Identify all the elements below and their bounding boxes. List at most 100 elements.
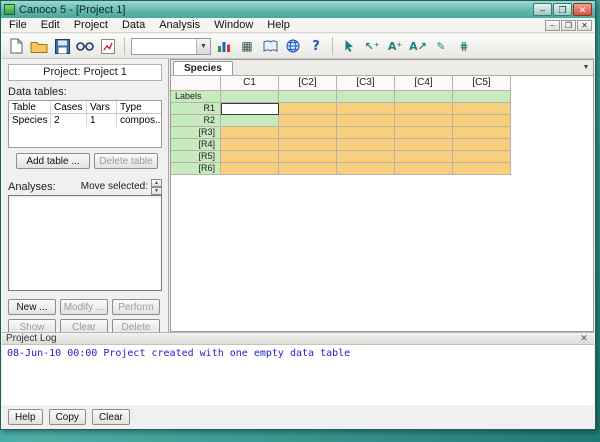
column-header[interactable]: Cases <box>51 101 87 113</box>
grid-cell[interactable] <box>453 139 511 151</box>
spinner-up-icon[interactable]: ▲ <box>151 179 162 187</box>
grid-cell[interactable] <box>337 127 395 139</box>
grid-cell[interactable] <box>395 91 453 103</box>
mdi-close-button[interactable]: ✕ <box>577 20 592 31</box>
grid-row-header[interactable]: [R4] <box>171 139 221 151</box>
maximize-button[interactable]: ❐ <box>553 3 572 16</box>
menu-item-analysis[interactable]: Analysis <box>152 19 207 31</box>
mdi-minimize-button[interactable]: – <box>545 20 560 31</box>
grid-cell[interactable] <box>395 127 453 139</box>
new-document-icon[interactable] <box>6 36 26 56</box>
open-folder-icon[interactable] <box>29 36 49 56</box>
grid-column-header[interactable]: [C3] <box>337 76 395 91</box>
new-analysis-button[interactable]: New ... <box>8 299 56 315</box>
grid-cell[interactable] <box>279 163 337 175</box>
menu-item-help[interactable]: Help <box>260 19 297 31</box>
grid-cell[interactable] <box>221 151 279 163</box>
grid-cell[interactable] <box>337 115 395 127</box>
modify-analysis-button[interactable]: Modify ... <box>60 299 108 315</box>
grid-cell[interactable] <box>395 115 453 127</box>
grid-row-header[interactable]: [R5] <box>171 151 221 163</box>
perform-analysis-button[interactable]: Perform <box>112 299 160 315</box>
grid-column-header[interactable]: C1 <box>221 76 279 91</box>
grid-row-header[interactable]: [R3] <box>171 127 221 139</box>
minimize-button[interactable]: – <box>533 3 552 16</box>
grid-cell[interactable] <box>221 103 279 115</box>
grid-row-header[interactable]: R2 <box>171 115 221 127</box>
grid-column-header[interactable]: [C2] <box>279 76 337 91</box>
mdi-restore-button[interactable]: ❐ <box>561 20 576 31</box>
copy-button[interactable]: Copy <box>49 409 86 425</box>
tab-dropdown-icon[interactable]: ▼ <box>579 61 593 75</box>
grid-cell[interactable] <box>395 151 453 163</box>
graph-page-icon[interactable] <box>98 36 118 56</box>
grid-cell[interactable] <box>453 91 511 103</box>
grid-cell[interactable] <box>221 91 279 103</box>
label-a-plus-icon[interactable]: A⁺ <box>385 36 405 56</box>
grid-cell[interactable] <box>221 115 279 127</box>
pointer-arrow-icon[interactable] <box>339 36 359 56</box>
chevron-down-icon[interactable]: ▼ <box>196 39 210 54</box>
close-button[interactable]: ✕ <box>573 3 592 16</box>
grid-cell[interactable] <box>337 139 395 151</box>
grid-cell[interactable] <box>395 163 453 175</box>
menu-item-project[interactable]: Project <box>67 19 115 31</box>
grid-cell[interactable] <box>279 151 337 163</box>
grid-fence-icon[interactable]: ⋕ <box>454 36 474 56</box>
notebook-icon[interactable] <box>260 36 280 56</box>
clear-log-button[interactable]: Clear <box>92 409 130 425</box>
grid-cell[interactable] <box>279 139 337 151</box>
menu-item-window[interactable]: Window <box>207 19 260 31</box>
project-log-content[interactable]: 08-Jun-10 00:00 Project created with one… <box>2 345 594 405</box>
grid-cell[interactable] <box>337 103 395 115</box>
log-close-icon[interactable]: ✕ <box>578 333 590 344</box>
grid-row-header[interactable]: Labels <box>171 91 221 103</box>
grid-row-header[interactable]: [R6] <box>171 163 221 175</box>
column-header[interactable]: Vars <box>87 101 117 113</box>
column-header[interactable]: Type <box>117 101 161 113</box>
globe-icon[interactable] <box>283 36 303 56</box>
draw-pencil-icon[interactable]: ✎ <box>431 36 451 56</box>
column-header[interactable]: Table <box>9 101 51 113</box>
grid-cell[interactable] <box>395 139 453 151</box>
grid-cell[interactable] <box>337 91 395 103</box>
grid-cell[interactable] <box>453 163 511 175</box>
grid-cell[interactable] <box>453 151 511 163</box>
save-icon[interactable] <box>52 36 72 56</box>
analyses-listbox[interactable] <box>8 195 162 291</box>
grid-cell[interactable] <box>279 115 337 127</box>
grid-cell[interactable] <box>453 127 511 139</box>
glasses-view-icon[interactable] <box>75 36 95 56</box>
grid-column-header[interactable]: [C5] <box>453 76 511 91</box>
grid-cell[interactable] <box>279 103 337 115</box>
add-table-button[interactable]: Add table ... <box>16 153 90 169</box>
grid-cell[interactable] <box>279 91 337 103</box>
data-table-icon[interactable]: ▦ <box>237 36 257 56</box>
grid-cell[interactable] <box>453 103 511 115</box>
grid-cell[interactable] <box>453 115 511 127</box>
delete-table-button[interactable]: Delete table <box>94 153 158 169</box>
grid-cell[interactable] <box>279 127 337 139</box>
grid-cell[interactable] <box>337 163 395 175</box>
grid-cell[interactable] <box>395 103 453 115</box>
spinner-down-icon[interactable]: ▼ <box>151 187 162 195</box>
help-button[interactable]: Help <box>8 409 43 425</box>
grid-column-header[interactable]: [C4] <box>395 76 453 91</box>
menu-item-data[interactable]: Data <box>115 19 152 31</box>
grid-cell[interactable] <box>221 139 279 151</box>
grid-cell[interactable] <box>221 163 279 175</box>
menu-item-edit[interactable]: Edit <box>34 19 67 31</box>
graph-selector-combobox[interactable]: ▼ <box>131 38 211 55</box>
data-tables-grid[interactable]: Table Cases Vars Type Species 2 1 compos… <box>8 100 162 148</box>
label-a-arrow-icon[interactable]: A↗ <box>408 36 428 56</box>
select-plus-icon[interactable]: ↖⁺ <box>362 36 382 56</box>
table-row[interactable]: Species 2 1 compos... <box>9 114 161 127</box>
grid-cell[interactable] <box>221 127 279 139</box>
grid-cell[interactable] <box>337 151 395 163</box>
grid-row-header[interactable]: R1 <box>171 103 221 115</box>
title-bar[interactable]: Canoco 5 - [Project 1] – ❐ ✕ <box>1 1 595 18</box>
tab-species[interactable]: Species <box>173 61 233 75</box>
bar-chart-icon[interactable] <box>214 36 234 56</box>
menu-item-file[interactable]: File <box>2 19 34 31</box>
help-icon[interactable]: ? <box>306 36 326 56</box>
